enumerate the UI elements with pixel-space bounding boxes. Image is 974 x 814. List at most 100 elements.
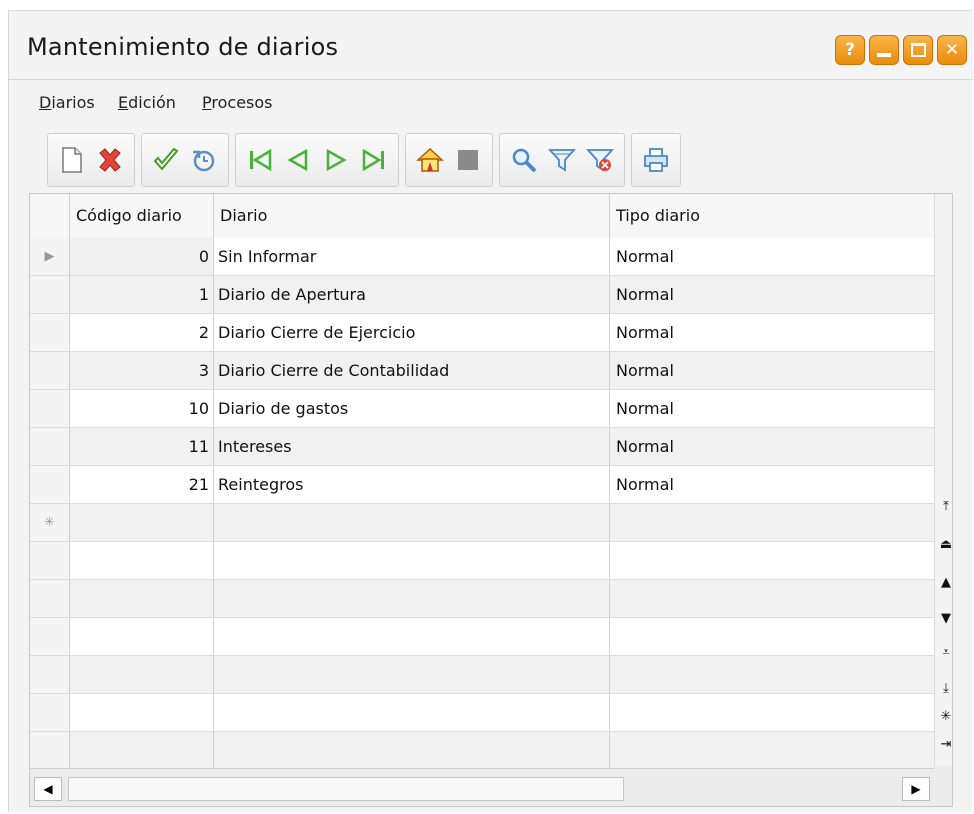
row-selector[interactable] xyxy=(30,466,70,503)
cell-diario[interactable] xyxy=(214,732,610,769)
cell-diario[interactable]: Intereses xyxy=(214,428,610,465)
cell-codigo[interactable]: 11 xyxy=(70,428,214,465)
previous-record-icon[interactable] xyxy=(282,144,314,176)
table-row[interactable]: 1 Diario de Apertura Normal xyxy=(30,276,934,314)
empty-row[interactable] xyxy=(30,732,934,770)
row-selector[interactable] xyxy=(30,390,70,427)
cell-diario[interactable]: Diario Cierre de Contabilidad xyxy=(214,352,610,389)
row-selector[interactable] xyxy=(30,694,70,731)
scroll-left-icon[interactable]: ◀ xyxy=(34,777,62,801)
table-row[interactable]: 21 Reintegros Normal xyxy=(30,466,934,504)
search-icon[interactable] xyxy=(508,144,540,176)
last-record-icon[interactable] xyxy=(358,144,390,176)
cell-codigo[interactable]: 0 xyxy=(70,238,214,275)
cell-diario[interactable] xyxy=(214,504,610,541)
cell-diario[interactable] xyxy=(214,580,610,617)
nav-first-icon[interactable]: ⤒ xyxy=(937,496,952,516)
menu-edicion[interactable]: Edición xyxy=(118,93,176,112)
new-row[interactable]: ✳ xyxy=(30,504,934,542)
cell-diario[interactable] xyxy=(214,694,610,731)
cell-diario[interactable]: Sin Informar xyxy=(214,238,610,275)
undo-icon[interactable] xyxy=(188,144,220,176)
home-icon[interactable] xyxy=(414,144,446,176)
cell-tipo[interactable]: Normal xyxy=(610,352,934,389)
table-row[interactable]: 11 Intereses Normal xyxy=(30,428,934,466)
cell-tipo[interactable] xyxy=(610,580,934,617)
clear-filter-icon[interactable] xyxy=(584,144,616,176)
cell-diario[interactable] xyxy=(214,542,610,579)
cell-tipo[interactable]: Normal xyxy=(610,238,934,275)
cell-diario[interactable]: Diario de gastos xyxy=(214,390,610,427)
nav-prior-page-icon[interactable]: ⏏ xyxy=(937,534,952,554)
cell-diario[interactable] xyxy=(214,656,610,693)
accept-icon[interactable] xyxy=(150,144,182,176)
cell-codigo[interactable] xyxy=(70,694,214,731)
row-selector[interactable] xyxy=(30,542,70,579)
empty-row[interactable] xyxy=(30,694,934,732)
cell-tipo[interactable]: Normal xyxy=(610,314,934,351)
column-header-diario[interactable]: Diario xyxy=(214,194,610,238)
column-header-codigo[interactable]: Código diario xyxy=(70,194,214,238)
cell-tipo[interactable]: Normal xyxy=(610,276,934,313)
delete-icon[interactable] xyxy=(94,144,126,176)
new-icon[interactable] xyxy=(56,144,88,176)
cell-codigo[interactable]: 1 xyxy=(70,276,214,313)
horizontal-scrollbar[interactable]: ◀ ▶ xyxy=(30,768,934,806)
cell-codigo[interactable]: 10 xyxy=(70,390,214,427)
cell-tipo[interactable] xyxy=(610,504,934,541)
empty-row[interactable] xyxy=(30,542,934,580)
cell-codigo[interactable]: 2 xyxy=(70,314,214,351)
minimize-button[interactable] xyxy=(869,35,899,65)
cell-diario[interactable]: Diario Cierre de Ejercicio xyxy=(214,314,610,351)
row-selector[interactable] xyxy=(30,428,70,465)
row-selector[interactable]: ✳ xyxy=(30,504,70,541)
menu-procesos[interactable]: Procesos xyxy=(202,93,273,112)
menu-diarios[interactable]: Diarios xyxy=(39,93,95,112)
next-record-icon[interactable] xyxy=(320,144,352,176)
nav-next-page-icon[interactable]: ⩡ xyxy=(937,642,952,662)
scroll-thumb[interactable] xyxy=(68,777,624,801)
stop-icon[interactable] xyxy=(452,144,484,176)
cell-codigo[interactable] xyxy=(70,618,214,655)
cell-diario[interactable]: Reintegros xyxy=(214,466,610,503)
cell-codigo[interactable] xyxy=(70,580,214,617)
nav-prior-icon[interactable]: ▲ xyxy=(937,572,952,592)
cell-codigo[interactable] xyxy=(70,504,214,541)
column-header-tipo[interactable]: Tipo diario xyxy=(610,194,934,238)
cell-tipo[interactable] xyxy=(610,656,934,693)
table-row[interactable]: ▶ 0 Sin Informar Normal xyxy=(30,238,934,276)
cell-tipo[interactable]: Normal xyxy=(610,428,934,465)
nav-append-icon[interactable]: ⇥ xyxy=(937,734,952,754)
first-record-icon[interactable] xyxy=(244,144,276,176)
row-selector[interactable] xyxy=(30,314,70,351)
nav-next-icon[interactable]: ▼ xyxy=(937,608,952,628)
empty-row[interactable] xyxy=(30,656,934,694)
cell-tipo[interactable] xyxy=(610,618,934,655)
maximize-button[interactable] xyxy=(903,35,933,65)
cell-tipo[interactable]: Normal xyxy=(610,466,934,503)
row-selector[interactable] xyxy=(30,618,70,655)
cell-codigo[interactable] xyxy=(70,656,214,693)
help-button[interactable]: ? xyxy=(835,35,865,65)
row-selector[interactable] xyxy=(30,732,70,769)
cell-tipo[interactable] xyxy=(610,542,934,579)
table-row[interactable]: 10 Diario de gastos Normal xyxy=(30,390,934,428)
nav-insert-icon[interactable]: ✳ xyxy=(937,706,952,726)
row-selector[interactable] xyxy=(30,580,70,617)
row-selector[interactable]: ▶ xyxy=(30,238,70,275)
cell-codigo[interactable]: 21 xyxy=(70,466,214,503)
row-selector[interactable] xyxy=(30,656,70,693)
table-row[interactable]: 2 Diario Cierre de Ejercicio Normal xyxy=(30,314,934,352)
nav-last-icon[interactable]: ⤓ xyxy=(937,678,952,698)
cell-tipo[interactable] xyxy=(610,694,934,731)
cell-diario[interactable] xyxy=(214,618,610,655)
filter-icon[interactable] xyxy=(546,144,578,176)
cell-tipo[interactable]: Normal xyxy=(610,390,934,427)
cell-tipo[interactable] xyxy=(610,732,934,769)
print-icon[interactable] xyxy=(640,144,672,176)
cell-diario[interactable]: Diario de Apertura xyxy=(214,276,610,313)
close-button[interactable]: ✕ xyxy=(937,35,967,65)
scroll-right-icon[interactable]: ▶ xyxy=(902,777,930,801)
row-selector[interactable] xyxy=(30,352,70,389)
table-row[interactable]: 3 Diario Cierre de Contabilidad Normal xyxy=(30,352,934,390)
